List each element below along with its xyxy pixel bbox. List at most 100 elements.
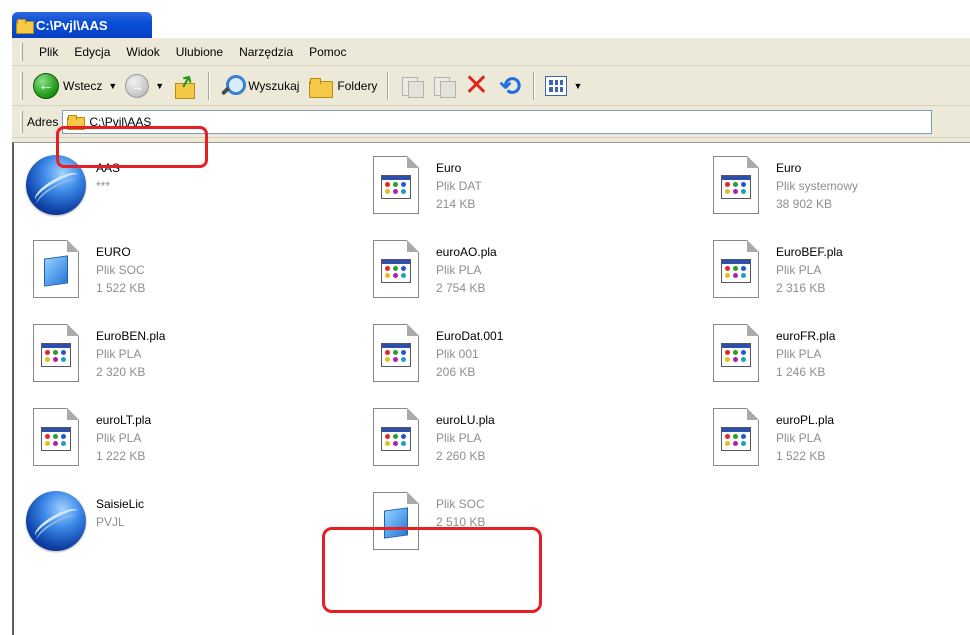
views-icon <box>545 75 568 96</box>
file-item[interactable]: Euro Plik systemowy 38 902 KB <box>704 153 970 233</box>
file-name: EuroBEF.pla <box>776 245 843 259</box>
file-size: 1 222 KB <box>96 449 146 463</box>
search-button[interactable]: Wyszukaj <box>216 70 303 102</box>
file-item[interactable]: Euro Plik DAT 214 KB <box>364 153 664 233</box>
forward-button[interactable]: → ▼ <box>121 70 168 102</box>
file-name: euroLT.pla <box>96 413 152 427</box>
file-type: Plik systemowy <box>776 179 859 193</box>
title-bar: C:\Pvjl\AAS <box>12 12 152 38</box>
file-type: Plik PLA <box>776 431 822 445</box>
folders-label: Foldery <box>337 78 378 93</box>
file-item[interactable]: EURO Plik SOC 1 522 KB <box>24 237 324 317</box>
address-input[interactable]: C:\Pvjl\AAS <box>62 109 933 134</box>
pla-file-icon <box>373 324 419 382</box>
file-size: 1 246 KB <box>776 365 826 379</box>
undo-button[interactable]: ⟲ <box>493 70 527 102</box>
file-size: 2 316 KB <box>776 281 826 295</box>
file-item[interactable]: EuroBEN.pla Plik PLA 2 320 KB <box>24 321 324 401</box>
file-name: EURO <box>96 245 131 259</box>
menu-bar: Plik Edycja Widok Ulubione Narzędzia Pom… <box>12 38 970 66</box>
file-item[interactable]: EuroBEF.pla Plik PLA 2 316 KB <box>704 237 970 317</box>
file-size: 214 KB <box>436 197 476 211</box>
file-item[interactable]: SaisieLic PVJL <box>24 489 324 569</box>
file-item[interactable]: euroLU.pla Plik PLA 2 260 KB <box>364 405 664 485</box>
toolbar-separator <box>533 71 536 100</box>
chevron-down-icon[interactable]: ▼ <box>155 81 164 91</box>
menu-pomoc[interactable]: Pomoc <box>301 43 354 61</box>
copy-to-button[interactable] <box>427 70 459 102</box>
file-name: AAS <box>96 161 121 175</box>
file-size: 206 KB <box>436 365 476 379</box>
standard-toolbar: ← Wstecz ▼ → ▼ Wyszukaj Foldery ✕ <box>12 66 970 106</box>
file-type: PVJL <box>96 515 125 529</box>
file-name: euroAO.pla <box>436 245 497 259</box>
up-folder-button[interactable] <box>168 70 202 102</box>
back-label: Wstecz <box>63 78 103 93</box>
views-button[interactable]: ▼ <box>541 70 586 102</box>
file-size: 2 260 KB <box>436 449 486 463</box>
file-size: 2 754 KB <box>436 281 486 295</box>
forward-arrow-icon: → <box>125 73 150 98</box>
file-item[interactable]: EuroDat.001 Plik 001 206 KB <box>364 321 664 401</box>
folder-icon <box>67 115 86 130</box>
file-type: *** <box>96 179 111 193</box>
file-type: Plik PLA <box>436 431 482 445</box>
file-size: 38 902 KB <box>776 197 833 211</box>
file-item[interactable]: euroFR.pla Plik PLA 1 246 KB <box>704 321 970 401</box>
toolbar-grip[interactable] <box>20 71 23 100</box>
back-button[interactable]: ← Wstecz ▼ <box>29 70 121 102</box>
file-item[interactable]: euroAO.pla Plik PLA 2 754 KB <box>364 237 664 317</box>
toolbar-grip[interactable] <box>20 42 23 61</box>
globe-icon <box>26 491 86 551</box>
file-type: Plik PLA <box>436 263 482 277</box>
up-folder-icon <box>172 73 198 99</box>
file-type: Plik SOC <box>96 263 145 277</box>
undo-icon: ⟲ <box>499 70 522 101</box>
file-name: euroLU.pla <box>436 413 495 427</box>
chevron-down-icon[interactable]: ▼ <box>573 81 582 91</box>
file-name: EuroDat.001 <box>436 329 504 343</box>
move-to-icon <box>399 75 425 98</box>
file-size: 2 510 KB <box>436 515 486 529</box>
move-to-button[interactable] <box>395 70 427 102</box>
file-type: Plik DAT <box>436 179 482 193</box>
delete-x-icon: ✕ <box>463 68 489 102</box>
folders-button[interactable]: Foldery <box>303 70 381 102</box>
file-name: EuroBEN.pla <box>96 329 166 343</box>
file-item[interactable]: AAS *** <box>24 153 324 233</box>
file-name: Euro <box>436 161 462 175</box>
file-size: 2 320 KB <box>96 365 146 379</box>
pla-file-icon <box>713 156 759 214</box>
file-type: Plik PLA <box>96 431 142 445</box>
chevron-down-icon[interactable]: ▼ <box>108 81 117 91</box>
menu-widok[interactable]: Widok <box>118 43 167 61</box>
globe-icon <box>26 155 86 215</box>
toolbar-separator <box>387 71 390 100</box>
file-type: Plik PLA <box>96 347 142 361</box>
address-label: Adres <box>27 114 59 129</box>
menu-plik[interactable]: Plik <box>31 43 66 61</box>
file-size: 1 522 KB <box>96 281 146 295</box>
file-list-pane: AAS *** Euro Plik DAT 214 KB Euro Plik s… <box>12 142 970 635</box>
back-arrow-icon: ← <box>33 72 59 99</box>
soc-file-icon <box>373 492 419 550</box>
delete-button[interactable]: ✕ <box>459 70 493 102</box>
file-size: 1 522 KB <box>776 449 826 463</box>
folders-icon <box>307 75 334 98</box>
file-item[interactable]: euroPL.pla Plik PLA 1 522 KB <box>704 405 970 485</box>
file-item[interactable]: euroLT.pla Plik PLA 1 222 KB <box>24 405 324 485</box>
file-type: Plik 001 <box>436 347 479 361</box>
file-name: SaisieLic <box>96 497 145 511</box>
toolbar-grip[interactable] <box>20 110 23 133</box>
file-item[interactable]: Plik SOC 2 510 KB <box>364 489 664 569</box>
folder-icon <box>16 18 34 34</box>
menu-ulubione[interactable]: Ulubione <box>168 43 231 61</box>
file-type: Plik PLA <box>776 263 822 277</box>
file-type: Plik PLA <box>776 347 822 361</box>
pla-file-icon <box>33 324 79 382</box>
pla-file-icon <box>713 324 759 382</box>
menu-edycja[interactable]: Edycja <box>66 43 118 61</box>
menu-narzedzia[interactable]: Narzędzia <box>231 43 301 61</box>
file-type: Plik SOC <box>436 497 485 511</box>
pla-file-icon <box>713 240 759 298</box>
